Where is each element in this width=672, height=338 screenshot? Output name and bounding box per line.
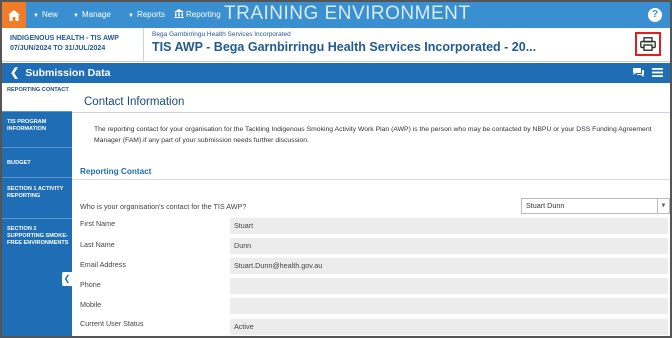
contact-select-value: Stuart Dunn: [526, 201, 565, 210]
current-user-status-field: Active: [230, 319, 668, 335]
menu-icon[interactable]: [652, 67, 663, 78]
chevron-down-icon: ▼: [657, 199, 669, 213]
section-title: Submission Data: [25, 67, 111, 79]
sidebar-item-label: Budget: [7, 160, 31, 166]
nav-reporting-label: Reporting: [186, 10, 221, 19]
email-address-label: Email Address: [80, 260, 126, 269]
sidebar-item-label: Section 1 Activity Reporting: [7, 186, 64, 199]
collapse-sidebar-button[interactable]: ❮: [62, 272, 72, 286]
printer-icon: [640, 37, 656, 51]
organisation-name: Bega Garnbirringu Health Services Incorp…: [152, 31, 291, 38]
caret-down-icon: ▼: [73, 13, 79, 19]
last-name-field: Dunn: [230, 238, 668, 254]
nav-reporting-menu[interactable]: Reporting: [174, 2, 221, 28]
print-button[interactable]: [635, 32, 661, 56]
first-name-label: First Name: [80, 219, 116, 228]
help-button[interactable]: ?: [648, 8, 662, 22]
mobile-field: [230, 298, 668, 314]
chevron-left-icon: ❮: [63, 274, 71, 283]
nav-reports-menu[interactable]: ▼ Reports: [128, 2, 165, 28]
sidebar-item-section-2[interactable]: Section 2 Supporting Smoke-Free Environm…: [2, 220, 72, 268]
nav-new-menu[interactable]: ▼ New: [33, 2, 58, 28]
reporting-contact-description: The reporting contact for your organisat…: [94, 126, 652, 144]
section-bar: ❮ Submission Data: [2, 63, 670, 83]
phone-field: [230, 278, 668, 294]
reporting-contact-heading: Reporting Contact: [80, 167, 152, 176]
chevron-left-icon: ❮: [10, 67, 20, 79]
sidebar-item-label: Reporting Contact: [7, 87, 69, 93]
app-window: ▼ New ▼ Manage ▼ Reports Reporting TRAINING…: [0, 0, 672, 338]
sidebar-item-label: TIS Program Information: [7, 119, 47, 132]
contact-select[interactable]: Stuart Dunn ▼: [521, 198, 670, 214]
nav-manage-menu[interactable]: ▼ Manage: [73, 2, 111, 28]
mobile-label: Mobile: [80, 300, 102, 309]
submission-title-block: Bega Garnbirringu Health Services Incorp…: [152, 31, 612, 54]
last-name-label: Last Name: [80, 240, 115, 249]
nav-reports-label: Reports: [136, 10, 165, 19]
caret-down-icon: ▼: [33, 13, 39, 19]
back-to-submission-data[interactable]: ❮ Submission Data: [10, 63, 110, 83]
nav-new-label: New: [41, 10, 58, 19]
program-summary: Indigenous Health - TIS AWP 07/Jun/2024 …: [2, 28, 144, 62]
submission-header: Indigenous Health - TIS AWP 07/Jun/2024 …: [2, 28, 670, 62]
nav-manage-label: Manage: [81, 10, 111, 19]
email-address-field: Stuart.Dunn@health.gov.au: [230, 258, 668, 274]
divider: [72, 179, 670, 180]
bank-icon: [174, 9, 184, 18]
contact-information-heading: Contact Information: [72, 83, 670, 113]
top-navigation-bar: ▼ New ▼ Manage ▼ Reports Reporting TRAINING…: [2, 2, 670, 28]
submission-title: TIS AWP - Bega Garnbirringu Health Servi…: [152, 40, 537, 54]
current-user-status-label: Current User Status: [80, 319, 144, 328]
reporting-period: 07/Jun/2024 to 31/Jul/2024: [10, 45, 106, 52]
caret-down-icon: ▼: [128, 13, 134, 19]
comments-icon[interactable]: [632, 67, 645, 78]
phone-label: Phone: [80, 280, 101, 289]
sidebar-item-reporting-contact[interactable]: Reporting Contact: [2, 83, 72, 112]
home-button[interactable]: [2, 2, 26, 28]
training-environment-watermark: TRAINING ENVIRONMENT: [224, 3, 471, 24]
main-content: Contact Information The reporting contac…: [72, 83, 670, 336]
home-icon: [8, 9, 20, 21]
help-icon: ?: [651, 9, 659, 20]
contact-question-label: Who is your organisation's contact for t…: [80, 202, 247, 211]
sidebar: Reporting Contact TIS Program Informatio…: [2, 83, 72, 336]
sidebar-item-label: Section 2 Supporting Smoke-Free Environm…: [7, 226, 69, 246]
sidebar-item-budget[interactable]: Budget: [2, 149, 72, 178]
sidebar-item-section-1[interactable]: Section 1 Activity Reporting: [2, 179, 72, 219]
first-name-field: Stuart: [230, 218, 668, 234]
program-name: Indigenous Health - TIS AWP: [10, 35, 119, 42]
sidebar-item-tis-program-information[interactable]: TIS Program Information: [2, 113, 72, 148]
